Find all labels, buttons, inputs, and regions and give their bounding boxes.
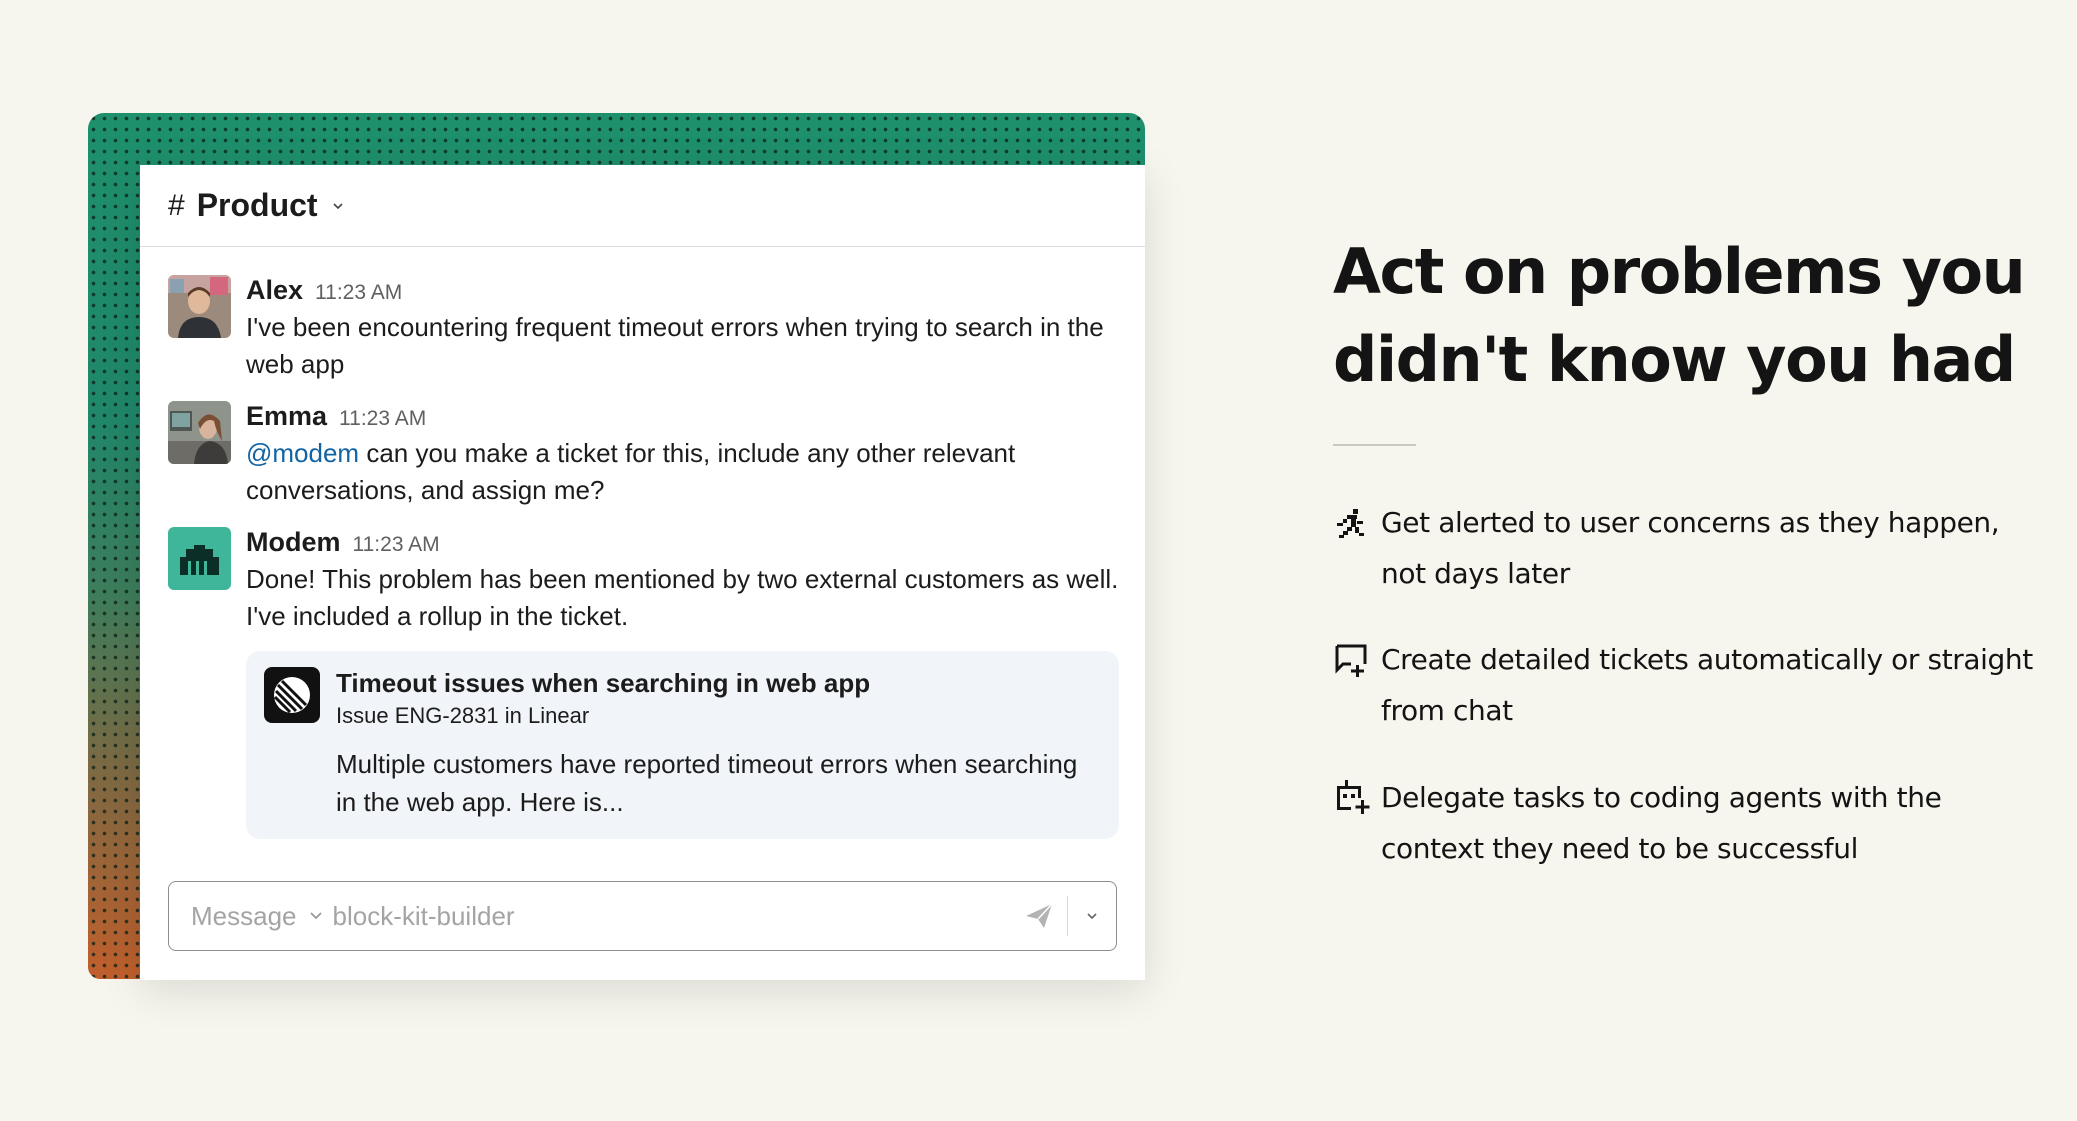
channel-hash-icon: # [168, 188, 185, 222]
message-author[interactable]: Modem [246, 527, 341, 558]
message-author[interactable]: Alex [246, 275, 303, 306]
composer-channel: block-kit-builder [332, 900, 515, 931]
feature-text: Create detailed tickets automatically or… [1381, 643, 2033, 727]
avatar-alex[interactable] [168, 275, 231, 338]
message-timestamp[interactable]: 11:23 AM [353, 533, 440, 557]
headline: Act on problems you didn't know you had [1333, 235, 2026, 396]
message-text: @modem can you make a ticket for this, i… [246, 435, 1117, 509]
message-text-body: can you make a ticket for this, include … [246, 438, 1016, 505]
message-emma: Emma 11:23 AM @modem can you make a tick… [168, 401, 1117, 509]
issue-subtitle: Issue ENG-2831 in Linear [336, 703, 590, 728]
send-icon[interactable] [1024, 902, 1054, 930]
running-person-icon [1337, 509, 1364, 538]
feature-text: Delegate tasks to coding agents with the… [1381, 781, 1942, 865]
issue-description: Multiple customers have reported timeout… [336, 749, 1078, 817]
chat-panel: # Product Alex 11:23 AM I've been encoun… [140, 165, 1145, 980]
feature-text: Get alerted to user concerns as they hap… [1381, 506, 2000, 590]
chevron-down-icon[interactable] [1086, 912, 1098, 920]
issue-title[interactable]: Timeout issues when searching in web app [336, 667, 1097, 699]
divider [1333, 444, 1416, 446]
message-modem: Modem 11:23 AM Done! This problem has be… [168, 527, 1119, 839]
message-timestamp[interactable]: 11:23 AM [339, 407, 426, 431]
ticket-chat-icon [1335, 644, 1367, 677]
linear-logo-icon [264, 667, 320, 723]
feature-alerts: Get alerted to user concerns as they hap… [1333, 497, 2033, 599]
robot-task-icon [1337, 780, 1370, 814]
message-alex: Alex 11:23 AM I've been encountering fre… [168, 275, 1117, 383]
channel-header[interactable]: # Product [140, 165, 1145, 247]
composer-divider [1067, 896, 1068, 936]
channel-name[interactable]: Product [197, 187, 318, 224]
avatar-modem[interactable] [168, 527, 231, 590]
feature-tickets: Create detailed tickets automatically or… [1333, 634, 2033, 736]
chevron-down-icon[interactable] [332, 200, 344, 212]
message-author[interactable]: Emma [246, 401, 327, 432]
message-timestamp[interactable]: 11:23 AM [315, 281, 402, 305]
chevron-down-icon[interactable] [309, 911, 323, 921]
message-composer[interactable]: Message block-kit-builder [168, 881, 1117, 951]
avatar-emma[interactable] [168, 401, 231, 464]
message-text: Done! This problem has been mentioned by… [246, 564, 1119, 631]
composer-placeholder: Message [191, 900, 297, 931]
feature-delegate: Delegate tasks to coding agents with the… [1333, 772, 2033, 874]
message-list: Alex 11:23 AM I've been encountering fre… [140, 247, 1145, 839]
message-text: I've been encountering frequent timeout … [246, 312, 1104, 379]
linear-issue-card[interactable]: Timeout issues when searching in web app… [246, 651, 1119, 839]
mention-link[interactable]: @modem [246, 438, 359, 468]
